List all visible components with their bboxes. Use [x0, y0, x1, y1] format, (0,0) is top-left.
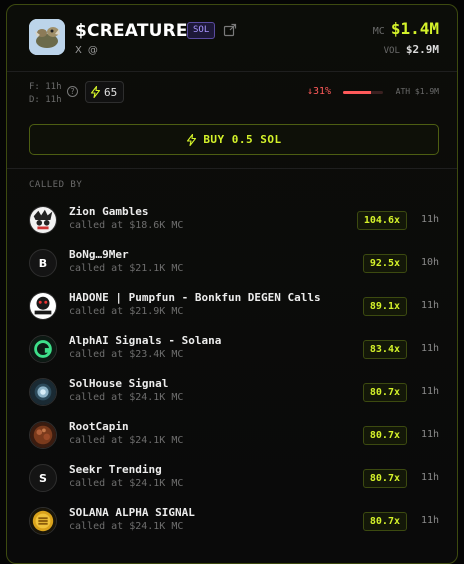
- caller-name[interactable]: SolHouse Signal: [69, 377, 168, 390]
- drawdown-bar: [343, 91, 383, 94]
- caller-name[interactable]: SOLANA ALPHA SIGNAL: [69, 506, 195, 519]
- info-icon[interactable]: ?: [67, 86, 78, 97]
- caller-avatar[interactable]: [29, 335, 57, 363]
- call-time: 11h: [420, 386, 439, 397]
- call-time: 10h: [420, 257, 439, 268]
- multiplier-badge: 92.5x: [362, 254, 407, 273]
- drawdown-bar-fill: [343, 91, 371, 94]
- multiplier-badge: 80.7x: [362, 383, 407, 402]
- call-time: 11h: [420, 429, 439, 440]
- market-cap-label: MC: [372, 26, 385, 37]
- volume-value: $2.9M: [405, 43, 439, 56]
- multiplier-badge: 80.7x: [362, 512, 407, 531]
- caller-name[interactable]: AlphAI Signals - Solana: [69, 334, 221, 347]
- caller-row[interactable]: RootCapin called at $24.1K MC 80.7x 11h: [29, 417, 439, 460]
- caller-called-at: called at $24.1K MC: [69, 392, 184, 403]
- market-cap-value: $1.4M: [390, 19, 439, 38]
- market-cap: MC $1.4M: [373, 19, 439, 38]
- token-name: $CREATURES: [75, 21, 201, 41]
- stats-row: F: 11h D: 11h ? 65 ↓31% ATH $1.9M: [29, 79, 439, 109]
- volume: VOL $2.9M: [384, 43, 439, 56]
- multiplier-badge: 104.6x: [356, 211, 407, 230]
- caller-row[interactable]: AlphAI Signals - Solana called at $23.4K …: [29, 331, 439, 374]
- caller-row[interactable]: SolHouse Signal called at $24.1K MC 80.7x 1…: [29, 374, 439, 417]
- buy-button[interactable]: BUY 0.5 SOL: [29, 124, 439, 155]
- volume-label: VOL: [383, 46, 400, 56]
- lightning-icon: [187, 133, 197, 146]
- first-seen: F: 11h: [29, 82, 62, 92]
- token-image[interactable]: [29, 19, 65, 55]
- caller-avatar[interactable]: [29, 507, 57, 535]
- caller-called-at: called at $21.1K MC: [69, 263, 184, 274]
- caller-name[interactable]: Seekr Trending: [69, 463, 162, 476]
- caller-called-at: called at $24.1K MC: [69, 478, 184, 489]
- dex-seen: D: 11h: [29, 95, 62, 105]
- caller-row[interactable]: SOLANA ALPHA SIGNAL called at $24.1K MC 80…: [29, 503, 439, 546]
- divider: [7, 71, 457, 72]
- caller-row[interactable]: B BoNg…9Mer called at $21.1K MC 92.5x 10h: [29, 245, 439, 288]
- caller-row[interactable]: S Seekr Trending called at $24.1K MC 80.7x 1…: [29, 460, 439, 503]
- caller-avatar[interactable]: B: [29, 249, 57, 277]
- called-by-heading: CALLED BY: [29, 180, 83, 190]
- caller-name[interactable]: HADONE | Pumpfun - Bonkfun DEGEN Calls: [69, 291, 321, 304]
- callers-list: Zion Gambles called at $18.6K MC 104.6x 11h…: [29, 202, 439, 546]
- multiplier-badge: 83.4x: [362, 340, 407, 359]
- caller-called-at: called at $21.9K MC: [69, 306, 184, 317]
- caller-called-at: called at $23.4K MC: [69, 349, 184, 360]
- x-icon[interactable]: X: [75, 45, 82, 56]
- caller-name[interactable]: Zion Gambles: [69, 205, 148, 218]
- first-dex-times: F: 11h D: 11h: [29, 81, 62, 107]
- call-time: 11h: [420, 214, 439, 225]
- caller-avatar[interactable]: S: [29, 464, 57, 492]
- calls-count-badge: 65: [85, 81, 125, 103]
- multiplier-badge: 89.1x: [362, 297, 407, 316]
- caller-name[interactable]: BoNg…9Mer: [69, 248, 129, 261]
- multiplier-badge: 80.7x: [362, 426, 407, 445]
- buy-button-label: BUY 0.5 SOL: [203, 133, 282, 146]
- call-time: 11h: [420, 300, 439, 311]
- drawdown-percent: ↓31%: [307, 86, 332, 97]
- caller-name[interactable]: RootCapin: [69, 420, 129, 433]
- caller-avatar[interactable]: [29, 206, 57, 234]
- at-icon[interactable]: @: [88, 45, 98, 56]
- caller-avatar[interactable]: [29, 292, 57, 320]
- caller-avatar[interactable]: [29, 378, 57, 406]
- caller-row[interactable]: HADONE | Pumpfun - Bonkfun DEGEN Calls ca…: [29, 288, 439, 331]
- call-time: 11h: [420, 515, 439, 526]
- token-card: $CREATURES SOL X @ MC $1.4M VOL $2.9M F:…: [6, 4, 458, 564]
- call-time: 11h: [420, 472, 439, 483]
- ath-value: ATH $1.9M: [395, 87, 439, 96]
- caller-avatar[interactable]: [29, 421, 57, 449]
- divider: [7, 168, 457, 169]
- multiplier-badge: 80.7x: [362, 469, 407, 488]
- external-link-icon[interactable]: [223, 23, 237, 37]
- lightning-icon: [90, 86, 101, 98]
- caller-called-at: called at $24.1K MC: [69, 521, 184, 532]
- caller-called-at: called at $18.6K MC: [69, 220, 184, 231]
- caller-row[interactable]: Zion Gambles called at $18.6K MC 104.6x 11h: [29, 202, 439, 245]
- chain-badge: SOL: [187, 22, 216, 39]
- caller-called-at: called at $24.1K MC: [69, 435, 184, 446]
- social-links: X @: [75, 45, 98, 56]
- token-header: $CREATURES SOL X @ MC $1.4M VOL $2.9M: [29, 19, 439, 65]
- calls-count: 65: [104, 85, 118, 99]
- call-time: 11h: [420, 343, 439, 354]
